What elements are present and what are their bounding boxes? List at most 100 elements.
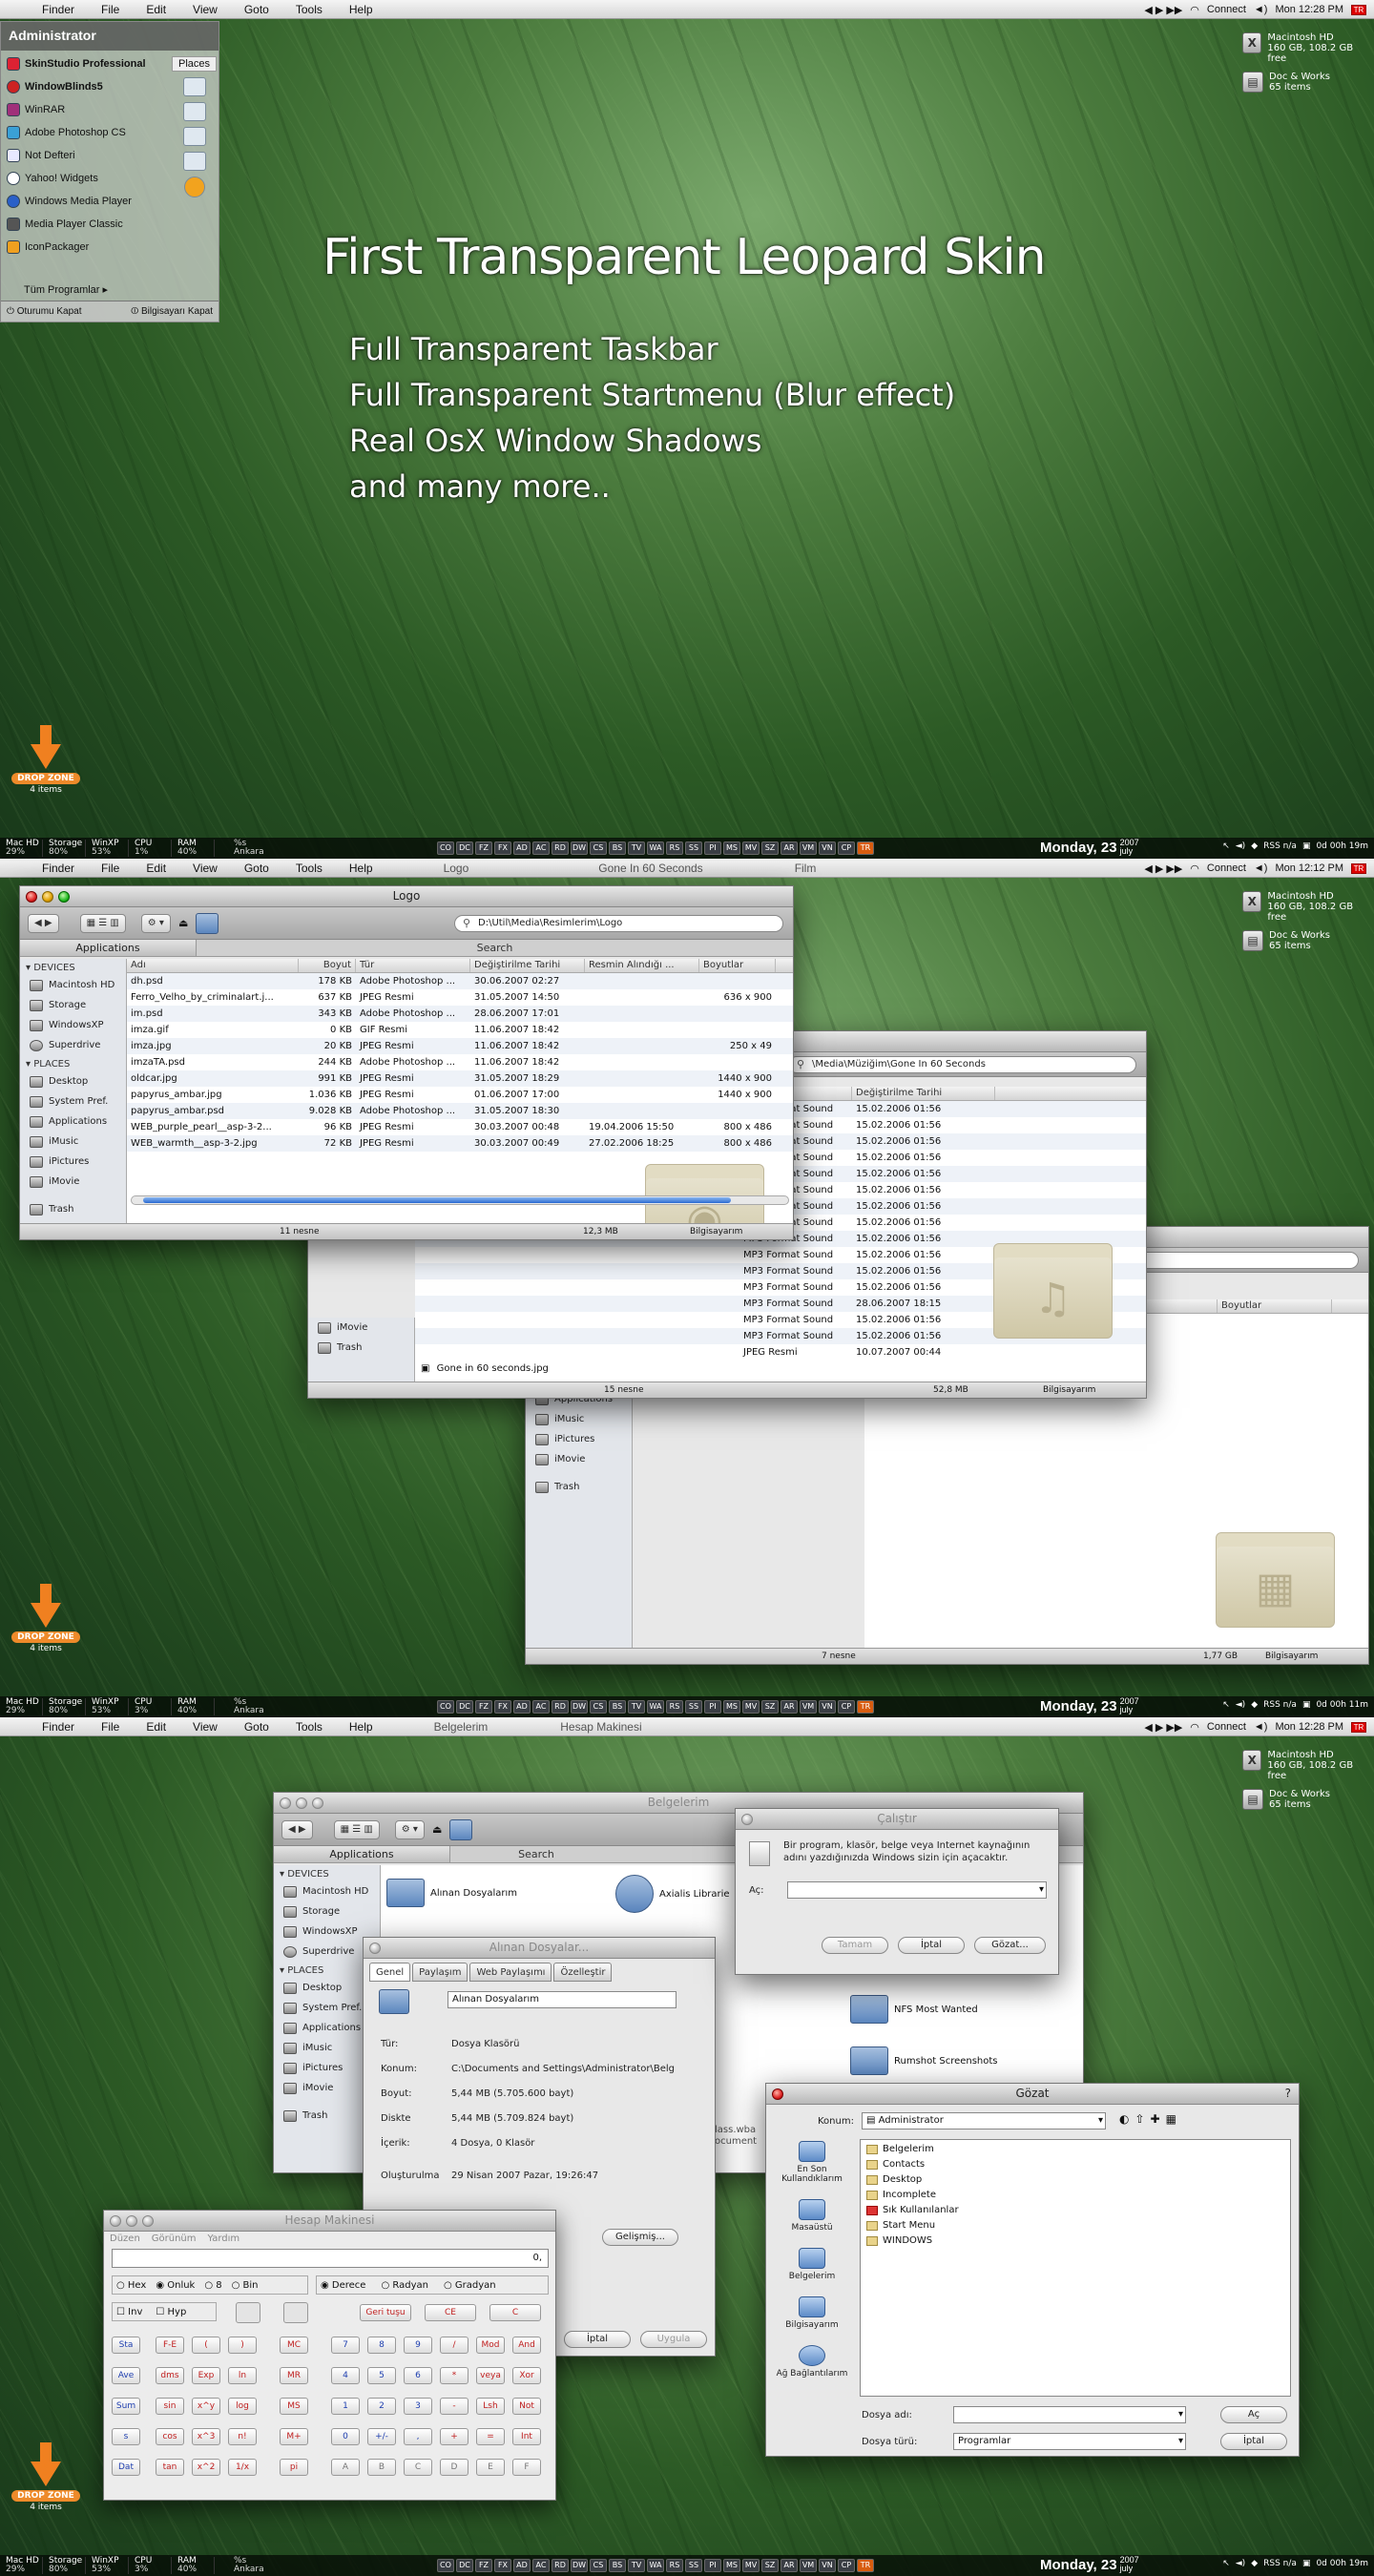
- table-row[interactable]: WEB_warmth__asp-3-2.jpg 72 KB JPEG Resmi 30…: [127, 1135, 793, 1152]
- volume-icon[interactable]: ◄): [1254, 1721, 1268, 1733]
- quick-launch-button[interactable]: CP: [838, 841, 855, 855]
- menu-help[interactable]: Help: [336, 862, 386, 875]
- menu-file[interactable]: File: [88, 862, 133, 875]
- monitor-icon[interactable]: [182, 77, 206, 96]
- tab-search[interactable]: Search: [197, 940, 793, 956]
- quick-launch-button[interactable]: FZ: [475, 1700, 492, 1714]
- table-row[interactable]: im.psd 343 KB Adobe Photoshop ... 28.06.200…: [127, 1006, 793, 1022]
- start-item-iconpackager[interactable]: IconPackager: [1, 236, 168, 259]
- start-item-yahoo-widgets[interactable]: Yahoo! Widgets: [1, 167, 168, 190]
- quick-launch-button[interactable]: WA: [647, 2559, 664, 2572]
- chevron-down-icon[interactable]: ▾: [1098, 2113, 1103, 2129]
- calc-key[interactable]: 7: [331, 2337, 360, 2354]
- tab-search[interactable]: Search: [450, 1846, 622, 1862]
- quick-launch-button[interactable]: AC: [532, 841, 550, 855]
- place-computer[interactable]: Bilgisayarım: [774, 2296, 850, 2330]
- shield-icon[interactable]: ◆: [1251, 841, 1258, 851]
- radio-radian[interactable]: ○ Radyan: [381, 2280, 428, 2291]
- quick-launch-button[interactable]: BS: [609, 841, 626, 855]
- new-folder-icon[interactable]: ✚: [1151, 2112, 1160, 2126]
- calc-key[interactable]: n!: [228, 2428, 257, 2445]
- media-controls-icon[interactable]: ◀ ▶ ▶▶: [1144, 862, 1182, 875]
- calc-key[interactable]: 3: [404, 2398, 432, 2415]
- list-item[interactable]: Desktop: [861, 2172, 1290, 2188]
- table-row[interactable]: oldcar.jpg 991 KB JPEG Resmi 31.05.2007 18:…: [127, 1070, 793, 1087]
- sidebar-item-storage[interactable]: Storage: [274, 1901, 380, 1922]
- quick-launch-button[interactable]: CO: [437, 1700, 454, 1714]
- new-folder-icon[interactable]: [449, 1818, 473, 1840]
- logoff-button[interactable]: ⏻ Oturumu Kapat: [7, 306, 82, 317]
- quick-launch-button[interactable]: SZ: [761, 2559, 779, 2572]
- window-button-logo[interactable]: Logo: [386, 862, 485, 875]
- quick-launch-button[interactable]: VN: [819, 841, 836, 855]
- calc-key[interactable]: Sum: [112, 2398, 140, 2415]
- calc-key[interactable]: ): [228, 2337, 257, 2354]
- clear-button[interactable]: C: [489, 2304, 541, 2321]
- close-button[interactable]: [280, 1797, 291, 1809]
- browse-button[interactable]: Gözat...: [974, 1937, 1046, 1954]
- cancel-button[interactable]: İptal: [898, 1937, 965, 1954]
- quick-launch-button[interactable]: DW: [571, 841, 588, 855]
- column-dimensions[interactable]: Boyutlar: [699, 959, 776, 972]
- window-button-gone[interactable]: Gone In 60 Seconds: [484, 862, 718, 875]
- calc-key[interactable]: Mod: [476, 2337, 505, 2354]
- ok-button[interactable]: Tamam: [822, 1937, 888, 1954]
- radio-hex[interactable]: ○ Hex: [116, 2280, 146, 2291]
- menu-edit[interactable]: Edit: [133, 1720, 179, 1734]
- quick-launch-button[interactable]: RS: [666, 841, 683, 855]
- eject-icon[interactable]: ⏏: [178, 917, 188, 929]
- cancel-button[interactable]: İptal: [1220, 2433, 1287, 2450]
- calc-key[interactable]: Sta: [112, 2337, 140, 2354]
- calc-key[interactable]: x^3: [192, 2428, 220, 2445]
- quick-launch-button[interactable]: DW: [571, 2559, 588, 2572]
- wifi-icon[interactable]: ◠: [1190, 1721, 1199, 1734]
- menu-goto[interactable]: Goto: [231, 3, 282, 16]
- menu-tools[interactable]: Tools: [282, 1720, 336, 1734]
- quick-launch-button[interactable]: CP: [838, 2559, 855, 2572]
- calc-key[interactable]: C: [404, 2459, 432, 2476]
- calc-key[interactable]: E: [476, 2459, 505, 2476]
- menu-view[interactable]: View: [179, 862, 231, 875]
- quick-launch-button[interactable]: DC: [456, 1700, 473, 1714]
- chevron-down-icon[interactable]: ▾: [1178, 2407, 1183, 2422]
- window-button-film[interactable]: Film: [718, 862, 832, 875]
- quick-launch-button[interactable]: WA: [647, 1700, 664, 1714]
- help-icon[interactable]: ?: [1285, 2084, 1291, 2104]
- quick-launch-button[interactable]: AD: [513, 2559, 531, 2572]
- chevron-down-icon[interactable]: ▾: [1039, 1882, 1044, 1898]
- folder-name-field[interactable]: Alınan Dosyalarım: [448, 1991, 677, 2008]
- drop-zone[interactable]: DROP ZONE 4 items: [8, 725, 84, 795]
- quick-launch-button[interactable]: PI: [704, 1700, 721, 1714]
- calc-key[interactable]: 0: [331, 2428, 360, 2445]
- location-dropdown[interactable]: ▤ Administrator ▾: [862, 2112, 1106, 2129]
- desktop-icon-doc-works[interactable]: ▤ Doc & Works 65 items: [1242, 930, 1366, 951]
- calc-key[interactable]: Lsh: [476, 2398, 505, 2415]
- minimize-button[interactable]: [126, 2215, 137, 2227]
- sidebar-item-imovie[interactable]: iMovie: [526, 1449, 632, 1469]
- cursor-icon[interactable]: ↖: [1222, 841, 1230, 851]
- quick-launch-button[interactable]: VM: [800, 2559, 817, 2572]
- printer-icon[interactable]: [182, 152, 206, 171]
- quick-launch-button[interactable]: FZ: [475, 841, 492, 855]
- place-network[interactable]: Ağ Bağlantılarım: [774, 2345, 850, 2379]
- quick-launch-button[interactable]: MS: [723, 1700, 740, 1714]
- table-row[interactable]: imzaTA.psd 244 KB Adobe Photoshop ... 11.06…: [127, 1054, 793, 1070]
- quick-launch-button[interactable]: TR: [857, 1700, 874, 1714]
- desktop-icon-macintosh-hd[interactable]: X Macintosh HD 160 GB, 108.2 GB free: [1242, 1750, 1366, 1781]
- table-row[interactable]: imza.jpg 20 KB JPEG Resmi 11.06.2007 18:42 2…: [127, 1038, 793, 1054]
- quick-launch-button[interactable]: MV: [742, 1700, 760, 1714]
- view-mode-buttons[interactable]: ▦ ☰ ▥: [333, 1819, 380, 1839]
- menu-file[interactable]: File: [88, 3, 133, 16]
- column-modified[interactable]: Değiştirilme Tarihi: [852, 1087, 995, 1100]
- power-icon[interactable]: ▣: [1302, 841, 1311, 851]
- sidebar-item-desktop[interactable]: Desktop: [20, 1071, 126, 1091]
- calc-key[interactable]: D: [440, 2459, 468, 2476]
- place-recent[interactable]: En Son Kullandıklarım: [774, 2141, 850, 2184]
- tab-applications[interactable]: Applications: [20, 940, 197, 956]
- media-controls-icon[interactable]: ◀ ▶ ▶▶: [1144, 1721, 1182, 1734]
- menu-view[interactable]: View: [179, 1720, 231, 1734]
- menu-tools[interactable]: Tools: [282, 862, 336, 875]
- sidebar-item-imovie[interactable]: iMovie: [20, 1172, 126, 1192]
- cancel-button[interactable]: İptal: [564, 2331, 631, 2348]
- menu-finder[interactable]: Finder: [29, 1720, 88, 1734]
